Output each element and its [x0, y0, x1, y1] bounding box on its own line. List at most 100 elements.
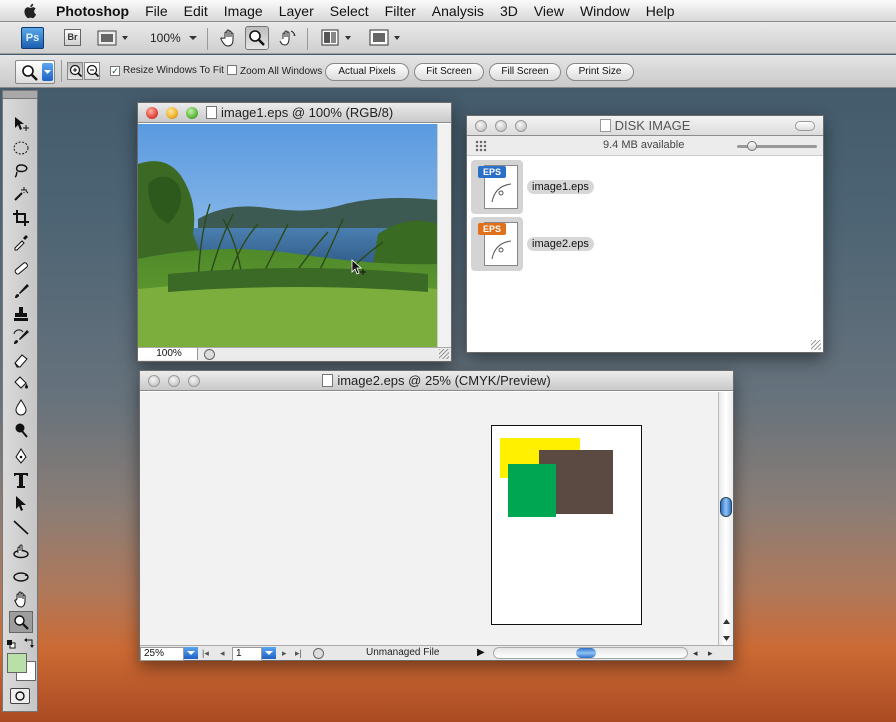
image1-title-bar[interactable]: image1.eps @ 100% (RGB/8) — [138, 103, 451, 123]
last-page-icon[interactable]: ▸| — [295, 648, 302, 659]
actual-pixels-button[interactable]: Actual Pixels — [325, 63, 409, 81]
scroll-down-icon[interactable] — [722, 634, 731, 642]
blur-tool-icon[interactable] — [9, 396, 33, 418]
bridge-button[interactable]: Br — [64, 29, 81, 46]
spot-healing-brush-tool-icon[interactable] — [9, 257, 33, 279]
scroll-thumb[interactable] — [720, 497, 732, 517]
zoom-all-windows-checkbox[interactable]: Zoom All Windows — [227, 65, 322, 77]
rotate-view-icon[interactable] — [277, 28, 297, 48]
eyedropper-tool-icon[interactable] — [9, 231, 33, 253]
menu-edit[interactable]: Edit — [176, 0, 216, 22]
zoom-icon[interactable] — [245, 26, 269, 50]
clone-stamp-tool-icon[interactable] — [9, 303, 33, 325]
minimize-icon[interactable] — [168, 375, 180, 387]
fill-screen-button[interactable]: Fill Screen — [489, 63, 561, 81]
view-options-icon[interactable] — [475, 140, 487, 152]
menu-select[interactable]: Select — [322, 0, 377, 22]
paint-bucket-tool-icon[interactable] — [9, 372, 33, 394]
pen-tool-icon[interactable] — [9, 445, 33, 467]
print-size-button[interactable]: Print Size — [566, 63, 634, 81]
minimize-icon[interactable] — [166, 107, 178, 119]
status-menu-icon[interactable] — [313, 648, 324, 659]
page-dropdown-button[interactable] — [262, 647, 276, 659]
zoom-tool-button[interactable] — [9, 611, 33, 633]
path-selection-tool-icon[interactable] — [9, 492, 33, 514]
close-icon[interactable] — [475, 120, 487, 132]
3d-rotate-tool-icon[interactable] — [9, 541, 33, 563]
photoshop-logo[interactable]: Ps — [21, 27, 44, 49]
image2-horizontal-scrollbar[interactable] — [493, 647, 688, 659]
page-number-field[interactable]: 1 — [232, 647, 262, 661]
screen-mode-icon[interactable] — [369, 29, 403, 47]
zoom-in-button[interactable] — [67, 62, 83, 80]
scroll-left-icon[interactable]: ◂ — [693, 648, 698, 659]
menu-help[interactable]: Help — [638, 0, 683, 22]
zoom-window-icon[interactable] — [188, 375, 200, 387]
scroll-right-icon[interactable]: ▸ — [708, 648, 713, 659]
panel-grip[interactable] — [3, 91, 37, 99]
history-brush-tool-icon[interactable] — [9, 326, 33, 348]
swap-colors-icon[interactable] — [24, 637, 35, 648]
image2-canvas-area[interactable] — [140, 392, 719, 647]
image1-vertical-scrollbar[interactable] — [437, 124, 451, 349]
foreground-color-swatch[interactable] — [7, 653, 27, 673]
hand-tool-icon[interactable] — [9, 588, 33, 610]
slider-thumb[interactable] — [747, 141, 757, 151]
zoom-dropdown-button[interactable] — [184, 647, 198, 659]
film-strip-icon[interactable] — [97, 29, 131, 47]
horizontal-scroll-thumb[interactable] — [576, 648, 596, 658]
image1-canvas[interactable] — [138, 124, 438, 349]
image2-title-bar[interactable]: image2.eps @ 25% (CMYK/Preview) — [140, 371, 733, 391]
file-item[interactable]: EPS image1.eps — [471, 160, 601, 214]
3d-orbit-tool-icon[interactable] — [9, 565, 33, 587]
status-menu-icon[interactable] — [204, 349, 215, 360]
menu-view[interactable]: View — [526, 0, 572, 22]
resize-windows-checkbox[interactable]: ✓ Resize Windows To Fit — [110, 65, 224, 76]
quick-mask-button[interactable] — [10, 688, 30, 704]
dodge-tool-icon[interactable] — [9, 419, 33, 441]
disk-image-title-bar[interactable]: DISK IMAGE — [467, 116, 823, 136]
hand-icon[interactable] — [219, 28, 239, 48]
file-item[interactable]: EPS image2.eps — [471, 217, 601, 271]
fit-screen-button[interactable]: Fit Screen — [414, 63, 484, 81]
move-tool-icon[interactable] — [9, 113, 33, 135]
tool-preset-picker[interactable] — [15, 60, 55, 84]
status-arrow-icon[interactable]: ▶ — [477, 647, 485, 658]
close-icon[interactable] — [146, 107, 158, 119]
next-page-icon[interactable]: ▸ — [282, 648, 287, 659]
image1-zoom-field[interactable]: 100% — [138, 348, 198, 360]
resize-grip-icon[interactable] — [439, 349, 449, 359]
menu-image[interactable]: Image — [216, 0, 271, 22]
previous-page-icon[interactable]: ◂ — [220, 648, 225, 659]
apple-icon[interactable] — [22, 2, 40, 20]
menu-window[interactable]: Window — [572, 0, 638, 22]
minimize-icon[interactable] — [495, 120, 507, 132]
zoom-out-button[interactable] — [84, 62, 100, 80]
eraser-tool-icon[interactable] — [9, 349, 33, 371]
close-icon[interactable] — [148, 375, 160, 387]
line-tool-icon[interactable] — [9, 516, 33, 538]
type-tool-icon[interactable] — [9, 469, 33, 491]
brush-tool-icon[interactable] — [9, 280, 33, 302]
resize-grip-icon[interactable] — [811, 340, 821, 350]
menu-layer[interactable]: Layer — [271, 0, 322, 22]
toolbar-toggle-button[interactable] — [795, 121, 815, 131]
menu-analysis[interactable]: Analysis — [424, 0, 492, 22]
menu-filter[interactable]: Filter — [377, 0, 424, 22]
scroll-up-icon[interactable] — [722, 618, 731, 626]
zoom-level-dropdown[interactable]: 100% — [150, 31, 198, 45]
icon-size-slider[interactable] — [737, 141, 817, 151]
image2-vertical-scrollbar[interactable] — [718, 392, 733, 647]
menu-file[interactable]: File — [137, 0, 176, 22]
quick-selection-tool-icon[interactable] — [9, 183, 33, 205]
menu-3d[interactable]: 3D — [492, 0, 526, 22]
crop-tool-icon[interactable] — [9, 207, 33, 229]
zoom-window-icon[interactable] — [186, 107, 198, 119]
lasso-tool-icon[interactable] — [9, 160, 33, 182]
image2-zoom-field[interactable]: 25% — [140, 647, 184, 661]
menu-app-name[interactable]: Photoshop — [50, 0, 137, 22]
default-colors-icon[interactable] — [6, 638, 16, 649]
marquee-tool-icon[interactable] — [9, 137, 33, 159]
zoom-window-icon[interactable] — [515, 120, 527, 132]
arrange-documents-icon[interactable] — [321, 29, 355, 47]
